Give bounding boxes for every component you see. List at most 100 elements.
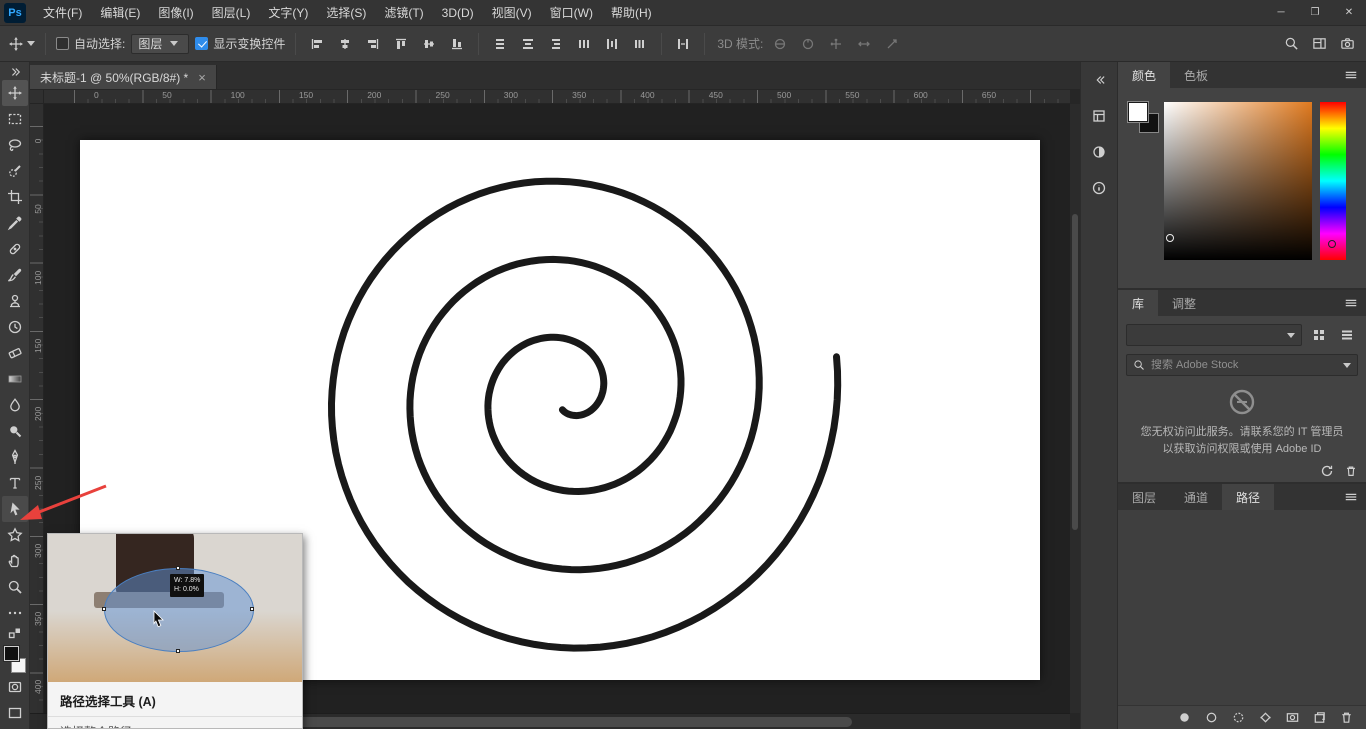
tool-gradient[interactable] <box>2 366 28 392</box>
foreground-color-swatch[interactable] <box>4 646 19 661</box>
make-work-path-icon[interactable] <box>1258 710 1273 725</box>
foreground-background-colors[interactable] <box>2 644 28 674</box>
tool-clone-stamp[interactable] <box>2 288 28 314</box>
fill-path-icon[interactable] <box>1177 710 1192 725</box>
adjustments-panel-icon[interactable] <box>1085 138 1113 166</box>
hue-marker[interactable] <box>1328 240 1336 248</box>
tab-adjustments[interactable]: 调整 <box>1158 290 1210 316</box>
checkbox-icon[interactable] <box>56 37 69 50</box>
close-button[interactable]: ✕ <box>1332 0 1366 26</box>
menu-item[interactable]: 帮助(H) <box>602 0 661 25</box>
align-left-edges-button[interactable] <box>306 33 328 55</box>
panel-menu-icon[interactable] <box>1344 290 1366 316</box>
tool-blur[interactable] <box>2 392 28 418</box>
capture-icon[interactable] <box>1336 33 1358 55</box>
auto-select-target-dropdown[interactable]: 图层 <box>131 34 189 54</box>
screen-mode-button[interactable] <box>2 700 28 726</box>
distribute-spacing-button[interactable] <box>672 33 694 55</box>
scrollbar-thumb[interactable] <box>280 717 852 727</box>
tool-marquee[interactable] <box>2 106 28 132</box>
tool-quick-selection[interactable] <box>2 158 28 184</box>
distribute-top-edges-button[interactable] <box>489 33 511 55</box>
tool-healing-brush[interactable] <box>2 236 28 262</box>
workspace-icon[interactable] <box>1308 33 1330 55</box>
menu-item[interactable]: 编辑(E) <box>91 0 149 25</box>
scrollbar-thumb[interactable] <box>1072 214 1078 531</box>
grid-view-icon[interactable] <box>1308 324 1330 346</box>
tool-pen[interactable] <box>2 444 28 470</box>
foreground-color-swatch[interactable] <box>1128 102 1148 122</box>
hue-slider[interactable] <box>1320 102 1346 260</box>
add-mask-icon[interactable] <box>1285 710 1300 725</box>
stroke-path-icon[interactable] <box>1204 710 1219 725</box>
tool-hand[interactable] <box>2 548 28 574</box>
menu-item[interactable]: 视图(V) <box>483 0 541 25</box>
libraries-panel-icon[interactable] <box>1085 102 1113 130</box>
vertical-scrollbar[interactable] <box>1070 104 1080 713</box>
auto-select-checkbox[interactable]: 自动选择: <box>56 35 125 52</box>
align-top-edges-button[interactable] <box>390 33 412 55</box>
tool-custom-shape[interactable] <box>2 522 28 548</box>
menu-item[interactable]: 文字(Y) <box>259 0 317 25</box>
tab-close-icon[interactable]: × <box>198 70 206 85</box>
tool-path-selection[interactable] <box>2 496 28 522</box>
document-tab[interactable]: 未标题-1 @ 50%(RGB/8#) * × <box>30 65 217 89</box>
tool-eraser[interactable] <box>2 340 28 366</box>
delete-path-icon[interactable] <box>1339 710 1354 725</box>
v-ruler[interactable]: 050100150200250300350400 <box>30 104 44 713</box>
load-selection-icon[interactable] <box>1231 710 1246 725</box>
checkbox-checked-icon[interactable] <box>195 37 208 50</box>
tab-paths[interactable]: 路径 <box>1222 484 1274 510</box>
tool-type[interactable] <box>2 470 28 496</box>
color-field-marker[interactable] <box>1166 234 1174 242</box>
new-path-icon[interactable] <box>1312 710 1327 725</box>
quick-mask-button[interactable] <box>2 674 28 700</box>
tab-color[interactable]: 颜色 <box>1118 62 1170 88</box>
tab-libraries[interactable]: 库 <box>1118 290 1158 316</box>
align-bottom-edges-button[interactable] <box>446 33 468 55</box>
current-tool-preview[interactable] <box>8 36 35 52</box>
tool-lasso[interactable] <box>2 132 28 158</box>
photoshop-logo[interactable]: Ps <box>4 3 26 23</box>
paths-list[interactable] <box>1118 510 1366 705</box>
align-vertical-centers-button[interactable] <box>418 33 440 55</box>
spiral-path[interactable] <box>332 181 838 648</box>
menu-item[interactable]: 窗口(W) <box>541 0 602 25</box>
collapse-tools-icon[interactable] <box>0 64 29 80</box>
default-swap-colors[interactable] <box>2 626 28 640</box>
distribute-bottom-edges-button[interactable] <box>545 33 567 55</box>
tab-swatches[interactable]: 色板 <box>1170 62 1222 88</box>
library-select-dropdown[interactable] <box>1126 324 1302 346</box>
align-horizontal-centers-button[interactable] <box>334 33 356 55</box>
distribute-horizontal-centers-button[interactable] <box>601 33 623 55</box>
restore-button[interactable]: ❐ <box>1298 0 1332 26</box>
menu-item[interactable]: 文件(F) <box>34 0 91 25</box>
distribute-left-edges-button[interactable] <box>573 33 595 55</box>
tool-zoom[interactable] <box>2 574 28 600</box>
search-icon[interactable] <box>1280 33 1302 55</box>
h-ruler[interactable]: 050100150200250300350400450500550600650 <box>30 90 1070 104</box>
tool-eyedropper[interactable] <box>2 210 28 236</box>
menu-item[interactable]: 3D(D) <box>433 0 483 25</box>
tool-brush[interactable] <box>2 262 28 288</box>
tool-history-brush[interactable] <box>2 314 28 340</box>
panel-menu-icon[interactable] <box>1344 62 1366 88</box>
menu-item[interactable]: 图像(I) <box>149 0 202 25</box>
menu-item[interactable]: 图层(L) <box>203 0 260 25</box>
minimize-button[interactable]: ─ <box>1264 0 1298 26</box>
distribute-vertical-centers-button[interactable] <box>517 33 539 55</box>
delete-icon[interactable] <box>1344 464 1358 478</box>
expand-panels-icon[interactable] <box>1085 66 1113 94</box>
tool-preset-caret-icon[interactable] <box>27 41 35 46</box>
info-panel-icon[interactable] <box>1085 174 1113 202</box>
distribute-right-edges-button[interactable] <box>629 33 651 55</box>
tab-channels[interactable]: 通道 <box>1170 484 1222 510</box>
saturation-brightness-field[interactable] <box>1164 102 1312 260</box>
tool-move[interactable] <box>2 80 28 106</box>
show-transform-checkbox[interactable]: 显示变换控件 <box>195 35 285 52</box>
library-search-input[interactable] <box>1151 359 1337 371</box>
tab-layers[interactable]: 图层 <box>1118 484 1170 510</box>
menu-item[interactable]: 选择(S) <box>317 0 375 25</box>
sync-icon[interactable] <box>1320 464 1334 478</box>
tool-dodge[interactable] <box>2 418 28 444</box>
